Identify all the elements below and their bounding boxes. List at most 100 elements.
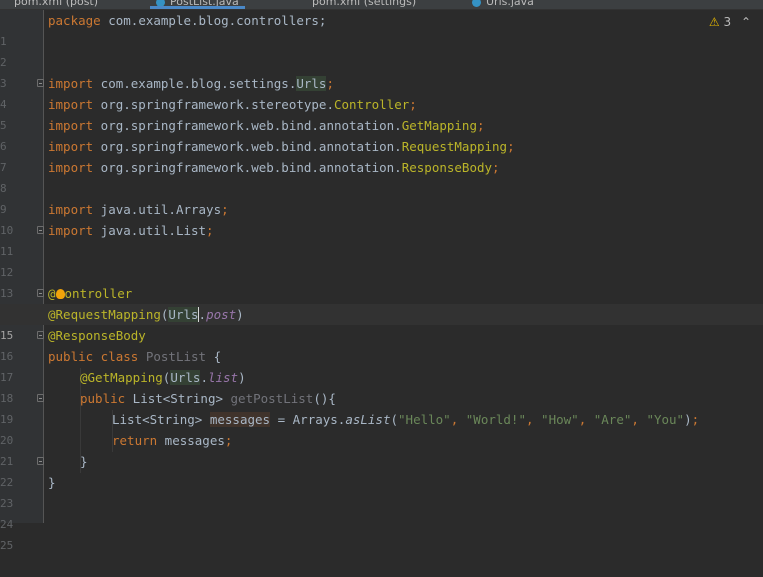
tab-label: pom.xml (settings) (312, 0, 417, 8)
tab-pom-post[interactable]: pom.xml (post) (14, 0, 98, 9)
paren: ) (684, 412, 692, 427)
import-path: org.springframework.web.bind.annotation. (93, 160, 402, 175)
keyword: class (93, 349, 146, 364)
code-line: 7 import org.springframework.web.bind.an… (0, 136, 763, 174)
code-line: 19 public List<String> getPostList(){ (0, 388, 763, 426)
semicolon: ; (221, 202, 229, 217)
tab-label: pom.xml (post) (14, 0, 99, 8)
line-content: @RequestMapping(Urls.post) (48, 304, 244, 325)
import-path: java.util.List (93, 223, 207, 238)
import-path: org.springframework.web.bind.annotation. (93, 118, 402, 133)
keyword: import (48, 97, 94, 112)
class-reference: Urls (168, 307, 199, 322)
brace: { (206, 349, 222, 364)
type: List<String> (125, 391, 231, 406)
import-path: org.springframework.stereotype. (93, 97, 334, 112)
code-line: 25 (0, 514, 763, 552)
code-line: 10 import java.util.Arrays; (0, 199, 763, 237)
annotation: @GetMapping (80, 370, 163, 385)
code-line: 17 public class PostList { (0, 346, 763, 384)
tab-label: PostList.java (170, 0, 239, 8)
assignment: = Arrays. (270, 412, 346, 427)
line-content: return messages; (112, 430, 232, 451)
dot: . (198, 307, 207, 322)
paren: ) (238, 370, 246, 385)
line-content: } (80, 451, 88, 472)
comma: , (631, 412, 647, 427)
line-content: public class PostList { (48, 346, 221, 367)
fold-toggle-icon[interactable] (37, 331, 44, 339)
string-literal: "How" (541, 412, 579, 427)
comma: , (578, 412, 594, 427)
line-content: package com.example.blog.controllers; (48, 10, 326, 31)
code-line: 8 import org.springframework.web.bind.an… (0, 157, 763, 195)
code-line: 23 } (0, 472, 763, 510)
import-path: com.example.blog.settings. (93, 76, 297, 91)
code-line: 24 (0, 493, 763, 531)
package-name: com.example.blog.controllers; (100, 13, 327, 28)
fold-toggle-icon[interactable] (37, 394, 44, 402)
string-literal: "World!" (465, 412, 526, 427)
line-number: 25 (0, 539, 14, 552)
line-content: public List<String> getPostList(){ (80, 388, 336, 409)
semicolon: ; (326, 76, 334, 91)
fold-toggle-icon[interactable] (37, 79, 44, 87)
keyword: public (48, 349, 94, 364)
class-reference: Urls (170, 370, 201, 385)
line-content: import com.example.blog.settings.Urls; (48, 73, 334, 94)
keyword: package (48, 13, 101, 28)
keyword: import (48, 223, 94, 238)
line-content: @ResponseBody (48, 325, 146, 346)
comma: , (450, 412, 466, 427)
line-content: } (48, 472, 56, 493)
code-line: 4 import com.example.blog.settings.Urls; (0, 73, 763, 111)
fold-toggle-icon[interactable] (37, 226, 44, 234)
comma: , (525, 412, 542, 427)
string-literal: "You" (646, 412, 685, 427)
import-class: RequestMapping (401, 139, 508, 154)
paren: ( (390, 412, 399, 427)
dot: . (200, 370, 208, 385)
keyword: import (48, 139, 94, 154)
semicolon: ; (691, 412, 700, 427)
line-content: @GetMapping(Urls.list) (80, 367, 246, 388)
class-icon (156, 0, 165, 7)
static-method: asList (345, 412, 391, 427)
code-line: 2 (0, 31, 763, 69)
code-line: 9 (0, 178, 763, 216)
import-class: GetMapping (401, 118, 477, 133)
code-line: 14 @ontroller (0, 283, 763, 321)
tab-pom-settings[interactable]: pom.xml (settings) (312, 0, 416, 9)
brace: } (80, 454, 88, 469)
keyword: public (80, 391, 126, 406)
code-line: 18 @GetMapping(Urls.list) (0, 367, 763, 405)
code-line: 3 (0, 52, 763, 90)
method-tail: (){ (313, 391, 336, 406)
import-path: java.util.Arrays (93, 202, 222, 217)
fold-toggle-icon[interactable] (37, 457, 44, 465)
class-name: PostList (145, 349, 207, 364)
semicolon: ; (492, 160, 500, 175)
keyword: import (48, 118, 94, 133)
annotation: @RequestMapping (48, 307, 161, 322)
annotation: ontroller (64, 286, 133, 301)
code-line: 21 return messages; (0, 430, 763, 468)
keyword: return (112, 433, 158, 448)
keyword: import (48, 76, 94, 91)
fold-toggle-icon[interactable] (37, 289, 44, 297)
lightbulb-icon[interactable] (55, 289, 65, 299)
line-content: import java.util.Arrays; (48, 199, 229, 220)
tab-postlist-java[interactable]: PostList.java (150, 0, 245, 9)
line-content: import org.springframework.stereotype.Co… (48, 94, 417, 115)
line-content: import org.springframework.web.bind.anno… (48, 115, 485, 136)
code-line: 11 import java.util.List; (0, 220, 763, 258)
editor-tab-bar: pom.xml (post) PostList.java pom.xml (se… (0, 0, 763, 10)
variable: messages (209, 412, 271, 427)
import-class: Urls (296, 76, 327, 91)
line-content: List<String> messages = Arrays.asList("H… (112, 409, 699, 430)
code-line-current: 15 @RequestMapping(Urls.post) (0, 304, 763, 342)
tab-urls-java[interactable]: Urls.java (472, 0, 534, 9)
string-literal: "Hello" (398, 412, 451, 427)
static-field: post (206, 307, 237, 322)
semicolon: ; (206, 223, 214, 238)
